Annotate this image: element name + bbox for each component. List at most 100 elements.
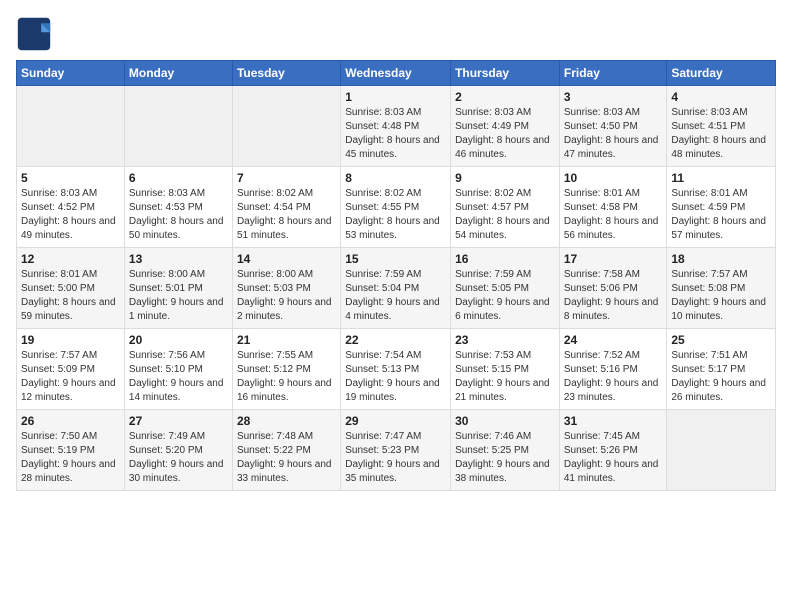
calendar-header: SundayMondayTuesdayWednesdayThursdayFrid… bbox=[17, 61, 776, 86]
calendar-cell: 21 Sunrise: 7:55 AM Sunset: 5:12 PM Dayli… bbox=[232, 329, 340, 410]
logo-icon bbox=[16, 16, 52, 52]
day-info: Sunrise: 7:55 AM Sunset: 5:12 PM Dayligh… bbox=[237, 349, 336, 405]
day-info: Sunrise: 7:59 AM Sunset: 5:04 PM Dayligh… bbox=[345, 268, 446, 324]
week-row-4: 19 Sunrise: 7:57 AM Sunset: 5:09 PM Dayli… bbox=[17, 329, 776, 410]
day-info: Sunrise: 7:53 AM Sunset: 5:15 PM Dayligh… bbox=[455, 349, 555, 405]
calendar-cell: 14 Sunrise: 8:00 AM Sunset: 5:03 PM Dayli… bbox=[232, 248, 340, 329]
day-info: Sunrise: 8:03 AM Sunset: 4:53 PM Dayligh… bbox=[129, 187, 228, 243]
day-number: 6 bbox=[129, 171, 228, 185]
calendar-cell bbox=[232, 86, 340, 167]
day-header-friday: Friday bbox=[559, 61, 667, 86]
day-number: 20 bbox=[129, 333, 228, 347]
day-header-monday: Monday bbox=[124, 61, 232, 86]
day-info: Sunrise: 8:00 AM Sunset: 5:03 PM Dayligh… bbox=[237, 268, 336, 324]
calendar-cell: 4 Sunrise: 8:03 AM Sunset: 4:51 PM Daylig… bbox=[667, 86, 776, 167]
calendar-cell: 29Sunrise: 7:47 AM Sunset: 5:23 PM Dayli… bbox=[341, 410, 451, 491]
logo bbox=[16, 16, 56, 52]
calendar-cell: 12 Sunrise: 8:01 AM Sunset: 5:00 PM Dayli… bbox=[17, 248, 125, 329]
calendar-cell: 6 Sunrise: 8:03 AM Sunset: 4:53 PM Daylig… bbox=[124, 167, 232, 248]
day-number: 1 bbox=[345, 90, 446, 104]
calendar-cell: 15 Sunrise: 7:59 AM Sunset: 5:04 PM Dayli… bbox=[341, 248, 451, 329]
day-info: Sunrise: 8:03 AM Sunset: 4:48 PM Dayligh… bbox=[345, 106, 446, 162]
day-info: Sunrise: 7:52 AM Sunset: 5:16 PM Dayligh… bbox=[564, 349, 663, 405]
day-number: 3 bbox=[564, 90, 663, 104]
calendar-cell: 17 Sunrise: 7:58 AM Sunset: 5:06 PM Dayli… bbox=[559, 248, 667, 329]
day-number: 28 bbox=[237, 414, 336, 428]
calendar-cell: 18Sunrise: 7:57 AM Sunset: 5:08 PM Dayli… bbox=[667, 248, 776, 329]
day-number: 15 bbox=[345, 252, 446, 266]
day-info: Sunrise: 8:00 AM Sunset: 5:01 PM Dayligh… bbox=[129, 268, 228, 324]
day-number: 8 bbox=[345, 171, 446, 185]
calendar-cell: 22Sunrise: 7:54 AM Sunset: 5:13 PM Dayli… bbox=[341, 329, 451, 410]
day-info: Sunrise: 8:02 AM Sunset: 4:57 PM Dayligh… bbox=[455, 187, 555, 243]
day-info: Sunrise: 8:03 AM Sunset: 4:52 PM Dayligh… bbox=[21, 187, 120, 243]
day-number: 16 bbox=[455, 252, 555, 266]
calendar-cell: 8 Sunrise: 8:02 AM Sunset: 4:55 PM Daylig… bbox=[341, 167, 451, 248]
day-info: Sunrise: 7:51 AM Sunset: 5:17 PM Dayligh… bbox=[671, 349, 771, 405]
day-number: 24 bbox=[564, 333, 663, 347]
day-number: 17 bbox=[564, 252, 663, 266]
day-number: 26 bbox=[21, 414, 120, 428]
calendar-cell: 28 Sunrise: 7:48 AM Sunset: 5:22 PM Dayli… bbox=[232, 410, 340, 491]
day-number: 4 bbox=[671, 90, 771, 104]
day-info: Sunrise: 8:01 AM Sunset: 4:58 PM Dayligh… bbox=[564, 187, 663, 243]
calendar-cell: 30 Sunrise: 7:46 AM Sunset: 5:25 PM Dayli… bbox=[451, 410, 560, 491]
day-number: 14 bbox=[237, 252, 336, 266]
calendar-cell: 11Sunrise: 8:01 AM Sunset: 4:59 PM Dayli… bbox=[667, 167, 776, 248]
day-number: 31 bbox=[564, 414, 663, 428]
calendar-cell: 20Sunrise: 7:56 AM Sunset: 5:10 PM Dayli… bbox=[124, 329, 232, 410]
day-info: Sunrise: 8:01 AM Sunset: 5:00 PM Dayligh… bbox=[21, 268, 120, 324]
day-info: Sunrise: 8:02 AM Sunset: 4:55 PM Dayligh… bbox=[345, 187, 446, 243]
week-row-5: 26Sunrise: 7:50 AM Sunset: 5:19 PM Dayli… bbox=[17, 410, 776, 491]
day-info: Sunrise: 7:54 AM Sunset: 5:13 PM Dayligh… bbox=[345, 349, 446, 405]
day-header-thursday: Thursday bbox=[451, 61, 560, 86]
calendar-cell: 10Sunrise: 8:01 AM Sunset: 4:58 PM Dayli… bbox=[559, 167, 667, 248]
day-header-saturday: Saturday bbox=[667, 61, 776, 86]
day-info: Sunrise: 8:03 AM Sunset: 4:49 PM Dayligh… bbox=[455, 106, 555, 162]
day-number: 9 bbox=[455, 171, 555, 185]
day-info: Sunrise: 7:48 AM Sunset: 5:22 PM Dayligh… bbox=[237, 430, 336, 486]
calendar-cell: 13 Sunrise: 8:00 AM Sunset: 5:01 PM Dayli… bbox=[124, 248, 232, 329]
calendar-cell: 9 Sunrise: 8:02 AM Sunset: 4:57 PM Daylig… bbox=[451, 167, 560, 248]
day-number: 23 bbox=[455, 333, 555, 347]
day-number: 2 bbox=[455, 90, 555, 104]
day-info: Sunrise: 7:59 AM Sunset: 5:05 PM Dayligh… bbox=[455, 268, 555, 324]
calendar-table: SundayMondayTuesdayWednesdayThursdayFrid… bbox=[16, 60, 776, 491]
day-number: 7 bbox=[237, 171, 336, 185]
day-number: 11 bbox=[671, 171, 771, 185]
calendar-cell bbox=[124, 86, 232, 167]
week-row-1: 1 Sunrise: 8:03 AM Sunset: 4:48 PM Daylig… bbox=[17, 86, 776, 167]
calendar-cell bbox=[17, 86, 125, 167]
day-number: 25 bbox=[671, 333, 771, 347]
calendar-cell: 1 Sunrise: 8:03 AM Sunset: 4:48 PM Daylig… bbox=[341, 86, 451, 167]
day-number: 21 bbox=[237, 333, 336, 347]
day-number: 19 bbox=[21, 333, 120, 347]
day-info: Sunrise: 7:46 AM Sunset: 5:25 PM Dayligh… bbox=[455, 430, 555, 486]
day-number: 12 bbox=[21, 252, 120, 266]
calendar-cell: 25 Sunrise: 7:51 AM Sunset: 5:17 PM Dayli… bbox=[667, 329, 776, 410]
day-info: Sunrise: 8:03 AM Sunset: 4:50 PM Dayligh… bbox=[564, 106, 663, 162]
day-info: Sunrise: 7:57 AM Sunset: 5:08 PM Dayligh… bbox=[671, 268, 771, 324]
day-number: 13 bbox=[129, 252, 228, 266]
day-info: Sunrise: 7:49 AM Sunset: 5:20 PM Dayligh… bbox=[129, 430, 228, 486]
day-number: 5 bbox=[21, 171, 120, 185]
calendar-cell bbox=[667, 410, 776, 491]
day-number: 30 bbox=[455, 414, 555, 428]
page-header bbox=[16, 16, 776, 52]
calendar-cell: 26Sunrise: 7:50 AM Sunset: 5:19 PM Dayli… bbox=[17, 410, 125, 491]
day-header-tuesday: Tuesday bbox=[232, 61, 340, 86]
calendar-cell: 31 Sunrise: 7:45 AM Sunset: 5:26 PM Dayli… bbox=[559, 410, 667, 491]
calendar-cell: 27 Sunrise: 7:49 AM Sunset: 5:20 PM Dayli… bbox=[124, 410, 232, 491]
day-info: Sunrise: 7:58 AM Sunset: 5:06 PM Dayligh… bbox=[564, 268, 663, 324]
calendar-cell: 2 Sunrise: 8:03 AM Sunset: 4:49 PM Daylig… bbox=[451, 86, 560, 167]
day-info: Sunrise: 7:57 AM Sunset: 5:09 PM Dayligh… bbox=[21, 349, 120, 405]
day-header-wednesday: Wednesday bbox=[341, 61, 451, 86]
calendar-cell: 5 Sunrise: 8:03 AM Sunset: 4:52 PM Daylig… bbox=[17, 167, 125, 248]
day-info: Sunrise: 8:02 AM Sunset: 4:54 PM Dayligh… bbox=[237, 187, 336, 243]
day-info: Sunrise: 7:47 AM Sunset: 5:23 PM Dayligh… bbox=[345, 430, 446, 486]
day-number: 27 bbox=[129, 414, 228, 428]
day-info: Sunrise: 7:45 AM Sunset: 5:26 PM Dayligh… bbox=[564, 430, 663, 486]
week-row-2: 5 Sunrise: 8:03 AM Sunset: 4:52 PM Daylig… bbox=[17, 167, 776, 248]
day-info: Sunrise: 8:03 AM Sunset: 4:51 PM Dayligh… bbox=[671, 106, 771, 162]
calendar-cell: 3 Sunrise: 8:03 AM Sunset: 4:50 PM Daylig… bbox=[559, 86, 667, 167]
